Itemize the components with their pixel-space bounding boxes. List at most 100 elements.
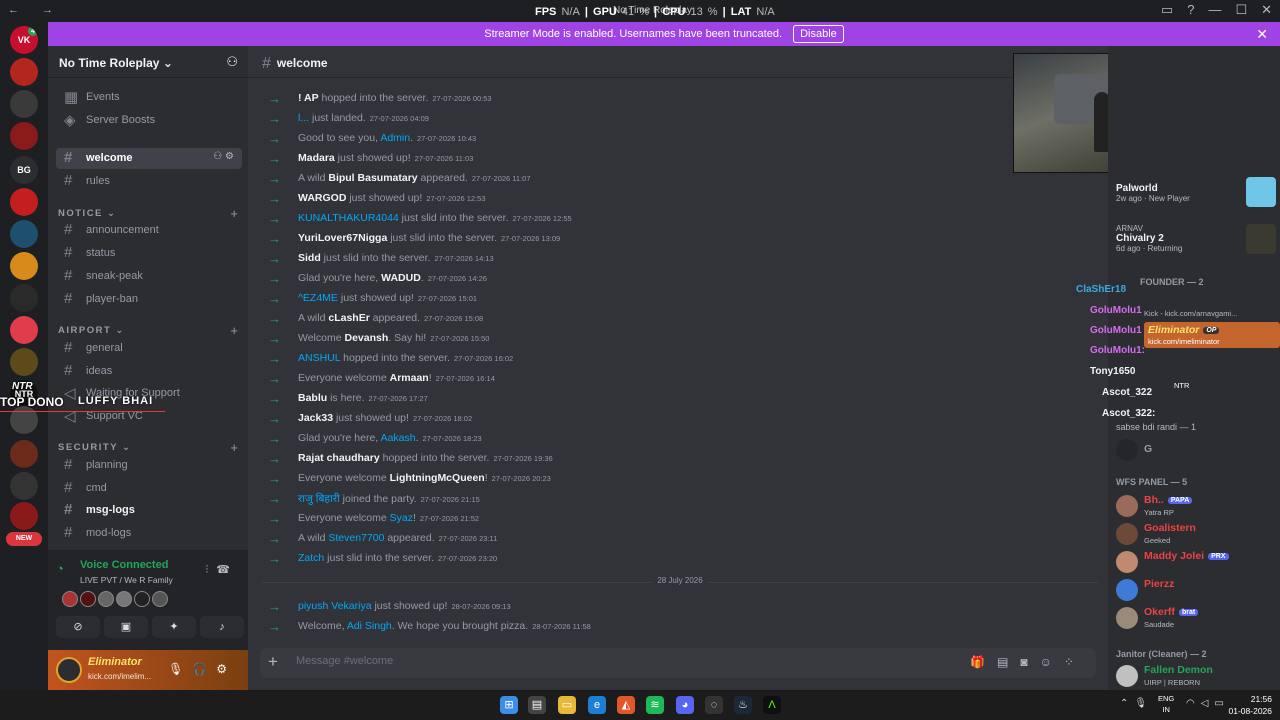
- message-username[interactable]: Admin: [380, 132, 410, 144]
- avatar[interactable]: [152, 591, 168, 607]
- system-message[interactable]: → WARGOD just showed up! 27-07-2026 12:53: [268, 191, 486, 206]
- member-item[interactable]: G: [1116, 436, 1276, 466]
- voice-controls[interactable]: ⫶☎: [206, 563, 238, 577]
- message-username[interactable]: Bipul Basumatary: [328, 172, 417, 184]
- clock[interactable]: 21:56 01-08-2026: [1229, 693, 1272, 717]
- disable-streamer-button[interactable]: Disable: [793, 25, 844, 43]
- add-channel-icon[interactable]: +: [230, 206, 238, 221]
- system-message[interactable]: → Welcome, Adi Singh. We hope you brought…: [268, 619, 591, 634]
- system-message[interactable]: → Glad you're here, Aakash. 27-07-2026 18:…: [268, 431, 482, 446]
- system-message[interactable]: → Welcome Devansh. Say hi! 27-07-2026 15:5…: [268, 331, 489, 346]
- member-item[interactable]: Goalistern Geeked: [1116, 520, 1276, 550]
- system-message[interactable]: → Madara just showed up! 27-07-2026 11:03: [268, 151, 473, 166]
- channel-events[interactable]: ▦ Events: [56, 87, 242, 108]
- voice-channel[interactable]: LIVE PVT / We R Family: [80, 575, 173, 585]
- new-badge[interactable]: NEW: [6, 532, 42, 546]
- message-username[interactable]: Armaan: [390, 372, 429, 384]
- category-security[interactable]: SECURITY ⌄ +: [58, 440, 242, 455]
- channel-cmd[interactable]: # cmd: [56, 478, 242, 499]
- user-avatar[interactable]: [56, 657, 82, 683]
- activity-card[interactable]: Palworld 2w ago · New Player: [1116, 177, 1276, 207]
- category-airport[interactable]: AIRPORT ⌄ +: [58, 323, 242, 338]
- channel-rules[interactable]: # rules: [56, 171, 242, 192]
- message-username[interactable]: Bablu: [298, 392, 327, 404]
- avatar[interactable]: [134, 591, 150, 607]
- avatar[interactable]: [98, 591, 114, 607]
- system-message[interactable]: → Zatch just slid into the server. 27-07-2…: [268, 551, 497, 566]
- close-window-button[interactable]: ✕: [1261, 2, 1272, 18]
- member-item[interactable]: Okerff brat Saudade: [1116, 604, 1276, 634]
- message-input[interactable]: [296, 655, 896, 667]
- system-message[interactable]: → A wild Bipul Basumatary appeared. 27-07-…: [268, 171, 531, 186]
- message-username[interactable]: Madara: [298, 152, 335, 164]
- start-icon[interactable]: ⊞: [500, 696, 518, 714]
- server-icon[interactable]: [10, 188, 38, 216]
- camera-off-button[interactable]: ⊘: [56, 616, 100, 638]
- inbox-icon[interactable]: ▭: [1161, 2, 1173, 18]
- channel-server-boosts[interactable]: ◈ Server Boosts: [56, 110, 242, 131]
- member-item[interactable]: Pierzz: [1116, 576, 1276, 606]
- message-username[interactable]: KUNALTHAKUR4044: [298, 212, 399, 224]
- message-list[interactable]: →! AP hopped into the server. 27-07-2026 …: [248, 78, 1098, 648]
- channel-general[interactable]: # general: [56, 338, 242, 359]
- soundboard-button[interactable]: ♪: [200, 616, 244, 638]
- channel-player-ban[interactable]: # player-ban: [56, 289, 242, 310]
- member-item[interactable]: Eliminator OP kick.com/imeliminator: [1144, 322, 1280, 348]
- server-icon[interactable]: [10, 58, 38, 86]
- server-icon[interactable]: [10, 284, 38, 312]
- member-item[interactable]: Fallen Demon UIRP | REBORN: [1116, 662, 1276, 692]
- system-message[interactable]: → Glad you're here, WADUD. 27-07-2026 14:2…: [268, 271, 487, 286]
- message-username[interactable]: WARGOD: [298, 192, 346, 204]
- message-username[interactable]: WADUD: [381, 272, 421, 284]
- server-icon[interactable]: [10, 122, 38, 150]
- server-icon[interactable]: [10, 220, 38, 248]
- tray-icons[interactable]: ⌃🎙: [1120, 698, 1153, 709]
- channel-msg-logs[interactable]: # msg-logs: [56, 500, 242, 521]
- invite-icon[interactable]: ⚇: [226, 54, 238, 70]
- message-username[interactable]: l...: [298, 112, 309, 124]
- message-username[interactable]: Steven7700: [328, 532, 384, 544]
- store-icon[interactable]: ▤: [528, 696, 546, 714]
- channel-announcement[interactable]: # announcement: [56, 220, 242, 241]
- message-username[interactable]: LightningMcQueen: [390, 472, 485, 484]
- history-nav[interactable]: ← →: [8, 4, 63, 16]
- system-message[interactable]: → KUNALTHAKUR4044 just slid into the serv…: [268, 211, 572, 226]
- message-username[interactable]: राजु बिहारी: [298, 493, 340, 505]
- minimize-button[interactable]: —: [1208, 2, 1221, 18]
- server-icon[interactable]: VK 4: [10, 26, 38, 54]
- channel-sneak-peak[interactable]: # sneak-peak: [56, 266, 242, 287]
- kick-icon[interactable]: Λ: [763, 696, 781, 714]
- message-username[interactable]: Syaz: [390, 512, 413, 524]
- attach-icon[interactable]: +: [268, 652, 278, 672]
- server-icon[interactable]: [10, 502, 38, 530]
- discord-icon[interactable]: ◕: [676, 696, 694, 714]
- system-message[interactable]: → Good to see you, Admin. 27-07-2026 10:43: [268, 131, 476, 146]
- system-message[interactable]: → Everyone welcome LightningMcQueen! 27-07…: [268, 471, 551, 486]
- network-volume-icons[interactable]: ◠◁▭: [1186, 698, 1230, 709]
- message-username[interactable]: Adi Singh: [347, 620, 392, 632]
- message-username[interactable]: ^EZ4ME: [298, 292, 338, 304]
- system-message[interactable]: → Everyone welcome Armaan! 27-07-2026 16:1…: [268, 371, 495, 386]
- language-indicator[interactable]: ENG IN: [1158, 693, 1174, 715]
- message-username[interactable]: Rajat chaudhary: [298, 452, 380, 464]
- add-channel-icon[interactable]: +: [230, 323, 238, 338]
- add-channel-icon[interactable]: +: [230, 440, 238, 455]
- message-username[interactable]: Devansh: [345, 332, 389, 344]
- avatar[interactable]: [116, 591, 132, 607]
- edge-icon[interactable]: e: [588, 696, 606, 714]
- system-message[interactable]: → Sidd just slid into the server. 27-07-20…: [268, 251, 494, 266]
- system-message[interactable]: → राजु बिहारी joined the party. 27-07-2026…: [268, 491, 480, 506]
- channel-ideas[interactable]: # ideas: [56, 361, 242, 382]
- channel-welcome[interactable]: # welcome ⚇ ⚙: [56, 148, 242, 169]
- steam-icon[interactable]: ♨: [734, 696, 752, 714]
- server-icon[interactable]: [10, 348, 38, 376]
- user-controls[interactable]: 🎙🎧⚙: [168, 662, 236, 676]
- system-message[interactable]: → ! AP hopped into the server. 27-07-2026 …: [268, 91, 492, 106]
- message-username[interactable]: Jack33: [298, 412, 333, 424]
- server-icon[interactable]: [10, 440, 38, 468]
- category-notice[interactable]: NOTICE ⌄ +: [58, 206, 242, 221]
- system-message[interactable]: → A wild Steven7700 appeared. 27-07-2026 2…: [268, 531, 497, 546]
- message-username[interactable]: ! AP: [298, 92, 319, 104]
- brave-icon[interactable]: ◭: [617, 696, 635, 714]
- system-message[interactable]: → l... just landed. 27-07-2026 04:09: [268, 111, 429, 126]
